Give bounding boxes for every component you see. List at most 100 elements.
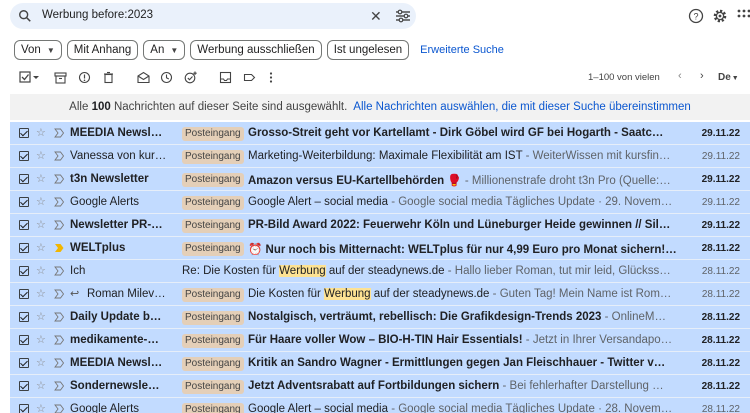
email-row[interactable]: ☆ Google Alerts Posteingang Google Alert – …	[10, 191, 750, 214]
row-checkbox[interactable]	[19, 197, 29, 207]
email-row[interactable]: ☆ Google Alerts Posteingang Google Alert – …	[10, 398, 750, 413]
email-date: 28.11.22	[701, 312, 740, 323]
email-row[interactable]: ☆ ↩ Roman Milev… Posteingang Die Kosten für …	[10, 283, 750, 306]
importance-marker-icon[interactable]	[53, 150, 65, 162]
star-icon[interactable]: ☆	[36, 127, 46, 139]
mark-as-read-icon[interactable]	[137, 71, 150, 84]
row-checkbox[interactable]	[19, 243, 29, 253]
inbox-label-badge[interactable]: Posteingang	[182, 311, 244, 325]
settings-gear-icon[interactable]	[712, 8, 728, 24]
star-icon[interactable]: ☆	[36, 311, 46, 323]
inbox-label-badge[interactable]: Posteingang	[182, 357, 244, 371]
email-snippet: - OnlineM…	[601, 311, 666, 323]
star-icon[interactable]: ☆	[36, 219, 46, 231]
star-icon[interactable]: ☆	[36, 150, 46, 162]
email-row[interactable]: ☆ Daily Update b… Posteingang Nostalgisch, …	[10, 306, 750, 329]
email-row[interactable]: ☆ MEEDIA Newsl… Posteingang Grosso-Streit g…	[10, 122, 750, 145]
row-checkbox[interactable]	[19, 381, 29, 391]
email-content: Grosso-Streit geht vor Kartellamt - Dirk…	[248, 127, 700, 139]
row-checkbox[interactable]	[19, 151, 29, 161]
importance-marker-icon[interactable]	[53, 265, 65, 277]
search-bar[interactable]: Werbung before:2023 ✕	[10, 3, 416, 29]
from-filter-chip[interactable]: Von ▼	[14, 40, 62, 60]
importance-marker-icon[interactable]	[53, 173, 65, 185]
importance-marker-icon[interactable]	[53, 334, 65, 346]
label-tag-icon[interactable]	[243, 71, 256, 84]
importance-marker-icon[interactable]	[53, 311, 65, 323]
snooze-clock-icon[interactable]	[160, 71, 173, 84]
email-row[interactable]: ☆ MEEDIA Newsl… Posteingang Kritik an Sandr…	[10, 352, 750, 375]
apps-grid-icon[interactable]	[736, 8, 750, 24]
row-checkbox[interactable]	[19, 289, 29, 299]
row-checkbox[interactable]	[19, 404, 29, 413]
star-icon[interactable]: ☆	[36, 334, 46, 346]
email-row[interactable]: ☆ Sondernewsle… Posteingang Jetzt Adventsra…	[10, 375, 750, 398]
importance-marker-icon[interactable]	[53, 357, 65, 369]
importance-marker-icon[interactable]	[53, 219, 65, 231]
row-checkbox[interactable]	[19, 128, 29, 138]
star-icon[interactable]: ☆	[36, 196, 46, 208]
star-icon[interactable]: ☆	[36, 380, 46, 392]
delete-trash-icon[interactable]	[102, 71, 115, 84]
inbox-label-badge[interactable]: Posteingang	[182, 403, 244, 413]
email-date: 28.11.22	[701, 289, 740, 300]
select-all-checkbox-icon[interactable]	[19, 71, 32, 84]
inbox-label-badge[interactable]: Posteingang	[182, 288, 244, 302]
advanced-search-link[interactable]: Erweiterte Suche	[420, 44, 504, 56]
more-options-icon[interactable]	[268, 71, 274, 84]
move-to-icon[interactable]	[219, 71, 232, 84]
add-to-tasks-icon[interactable]	[184, 71, 197, 84]
inbox-label-badge[interactable]: Posteingang	[182, 380, 244, 394]
help-icon[interactable]: ?	[688, 8, 704, 24]
email-row[interactable]: ☆ Vanessa von kur… Posteingang Marketing-We…	[10, 145, 750, 168]
clear-search-icon[interactable]: ✕	[370, 8, 382, 24]
to-filter-chip[interactable]: An ▼	[143, 40, 186, 60]
inbox-label-badge[interactable]: Posteingang	[182, 127, 244, 141]
inbox-label-badge[interactable]: Posteingang	[182, 173, 244, 187]
importance-marker-icon[interactable]	[53, 127, 65, 139]
row-checkbox[interactable]	[19, 358, 29, 368]
inbox-label-badge[interactable]: Posteingang	[182, 334, 244, 348]
archive-icon[interactable]	[54, 71, 67, 84]
email-sender: Roman Milev…	[87, 288, 166, 300]
inbox-label-badge[interactable]: Posteingang	[182, 242, 244, 256]
importance-marker-icon[interactable]	[53, 288, 65, 300]
star-icon[interactable]: ☆	[36, 403, 46, 413]
email-row[interactable]: ☆ medikamente-… Posteingang Für Haare volle…	[10, 329, 750, 352]
star-icon[interactable]: ☆	[36, 288, 46, 300]
search-options-icon[interactable]	[395, 9, 411, 23]
exclude-ads-chip[interactable]: Werbung ausschließen	[190, 40, 322, 60]
star-icon[interactable]: ☆	[36, 242, 46, 254]
row-checkbox[interactable]	[19, 312, 29, 322]
unread-chip[interactable]: Ist ungelesen	[326, 40, 410, 60]
row-checkbox[interactable]	[19, 335, 29, 345]
inbox-label-badge[interactable]: Posteingang	[182, 219, 244, 233]
importance-marker-icon[interactable]	[53, 380, 65, 392]
inbox-label-badge[interactable]: Posteingang	[182, 196, 244, 210]
star-icon[interactable]: ☆	[36, 173, 46, 185]
next-page-icon[interactable]: ›	[700, 70, 704, 82]
row-checkbox[interactable]	[19, 174, 29, 184]
report-spam-icon[interactable]	[78, 71, 91, 84]
previous-page-icon[interactable]: ‹	[678, 70, 682, 82]
input-language-toggle[interactable]: De▼	[718, 72, 739, 83]
email-row[interactable]: ☆ Newsletter PR-… Posteingang PR-Bild Award…	[10, 214, 750, 237]
search-icon[interactable]	[18, 9, 32, 23]
select-all-matching-link[interactable]: Alle Nachrichten auswählen, die mit dies…	[353, 101, 691, 113]
email-row[interactable]: ☆ t3n Newsletter Posteingang Amazon versus …	[10, 168, 750, 191]
inbox-label-badge[interactable]: Posteingang	[182, 150, 244, 164]
star-icon[interactable]: ☆	[36, 357, 46, 369]
importance-marker-icon[interactable]	[53, 242, 65, 254]
email-row[interactable]: ☆ Ich Re: Die Kosten für Werbung auf der s…	[10, 260, 750, 283]
star-icon[interactable]: ☆	[36, 265, 46, 277]
importance-marker-icon[interactable]	[53, 403, 65, 413]
row-checkbox[interactable]	[19, 266, 29, 276]
email-content: PR-Bild Award 2022: Feuerwehr Köln und L…	[248, 219, 700, 231]
has-attachment-chip[interactable]: Mit Anhang	[66, 40, 139, 60]
importance-marker-icon[interactable]	[53, 196, 65, 208]
chevron-down-icon[interactable]	[32, 71, 40, 84]
row-checkbox[interactable]	[19, 220, 29, 230]
email-row[interactable]: ☆ WELTplus Posteingang ⏰ Nur noch bis Mitte…	[10, 237, 750, 260]
email-date: 29.11.22	[701, 220, 740, 231]
search-input[interactable]: Werbung before:2023	[42, 9, 153, 21]
